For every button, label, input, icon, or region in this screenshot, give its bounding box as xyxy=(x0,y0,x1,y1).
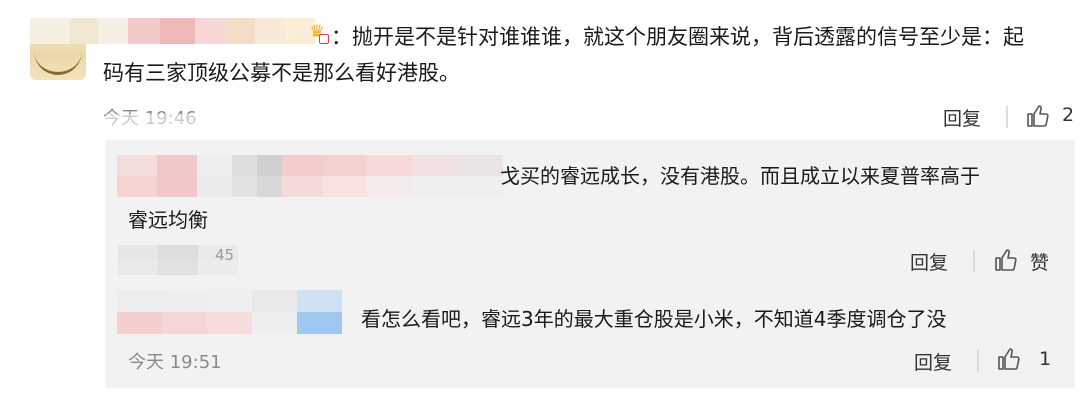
comment-thread: ♛ ：抛开是不是针对谁谁谁，就这个朋友圈来说，背后透露的信号至少是：起 码有三家… xyxy=(0,0,1080,403)
thumbs-up-icon[interactable] xyxy=(997,347,1021,371)
reply-username-mosaic[interactable] xyxy=(117,290,342,334)
reply-text-line1: 戈买的睿远成长，没有港股。而且成立以来夏普率高于 xyxy=(500,164,980,188)
reply-button[interactable]: 回复 xyxy=(910,248,948,275)
reply-text-line1: 看怎么看吧，睿远3年的最大重仓股是小米，不知道4季度调仓了没 xyxy=(361,307,947,331)
reply-button[interactable]: 回复 xyxy=(914,348,952,375)
reply-username-mosaic[interactable] xyxy=(117,155,503,197)
divider xyxy=(977,350,979,372)
thumbs-up-icon[interactable] xyxy=(994,248,1018,272)
comment-timestamp: 今天 19:51 xyxy=(128,352,222,373)
like-count: 2 xyxy=(1062,104,1075,126)
timestamp-mosaic xyxy=(106,114,226,130)
main-comment-line2: 码有三家顶级公募不是那么看好港股。 xyxy=(103,61,460,85)
comment-timestamp: 45 xyxy=(215,246,235,264)
main-comment-text: ：抛开是不是针对谁谁谁，就这个朋友圈来说，背后透露的信号至少是：起 码有三家顶级… xyxy=(103,19,1073,91)
reply-text-line2: 睿远均衡 xyxy=(128,208,208,232)
divider xyxy=(973,250,975,272)
like-button-label[interactable]: 赞 xyxy=(1030,248,1049,275)
divider xyxy=(1006,106,1008,128)
thumbs-up-icon[interactable] xyxy=(1026,104,1050,128)
main-comment-line1: ：抛开是不是针对谁谁谁，就这个朋友圈来说，背后透露的信号至少是：起 xyxy=(331,25,1024,49)
like-count: 1 xyxy=(1039,348,1052,370)
reply-button[interactable]: 回复 xyxy=(943,104,981,131)
